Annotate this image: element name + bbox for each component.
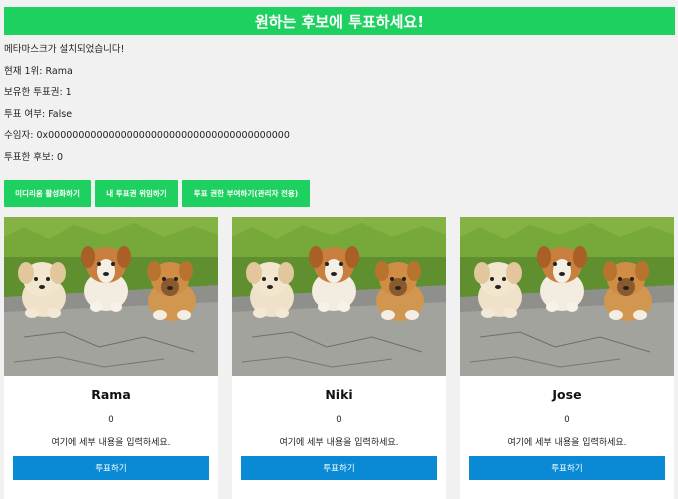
candidate-photo <box>460 217 674 376</box>
candidate-name: Rama <box>91 387 131 402</box>
voted-candidate: 투표한 후보: 0 <box>4 151 63 163</box>
voted-status: 투표 여부: False <box>4 108 73 120</box>
candidate-card: Rama 0 여기에 세부 내용을 입력하세요. 투표하기 <box>4 217 218 499</box>
candidate-detail: 여기에 세부 내용을 입력하세요. <box>279 438 399 448</box>
candidate-vote-count: 0 <box>336 415 342 425</box>
candidate-detail: 여기에 세부 내용을 입력하세요. <box>507 438 627 448</box>
delegate-address: 수임자: 0x000000000000000000000000000000000… <box>4 130 290 142</box>
candidate-vote-count: 0 <box>564 415 570 425</box>
status-panel: 메타마스크가 설치되었습니다! 현재 1위: Rama 보유한 투표권: 1 투… <box>4 43 290 173</box>
candidate-detail: 여기에 세부 내용을 입력하세요. <box>51 438 171 448</box>
grant-rights-button[interactable]: 투표 권한 부여하기(관리자 전용) <box>182 180 310 207</box>
candidate-photo <box>4 217 218 376</box>
page-title-banner: 원하는 후보에 투표하세요! <box>4 7 675 35</box>
candidate-name: Jose <box>552 387 582 402</box>
candidate-name: Niki <box>325 387 353 402</box>
vote-button[interactable]: 투표하기 <box>241 456 437 480</box>
vote-button[interactable]: 투표하기 <box>469 456 665 480</box>
current-leader: 현재 1위: Rama <box>4 65 73 77</box>
delegate-button[interactable]: 내 투표권 위임하기 <box>95 180 178 207</box>
candidate-photo <box>232 217 446 376</box>
metamask-status: 메타마스크가 설치되었습니다! <box>4 44 125 55</box>
token-balance: 보유한 투표권: 1 <box>4 87 72 99</box>
activate-button[interactable]: 미디리움 활성화하기 <box>4 180 91 207</box>
page-title: 원하는 후보에 투표하세요! <box>254 12 425 31</box>
candidate-card: Niki 0 여기에 세부 내용을 입력하세요. 투표하기 <box>232 217 446 499</box>
candidate-list: Rama 0 여기에 세부 내용을 입력하세요. 투표하기 Niki 0 여기에… <box>4 217 674 499</box>
action-buttons: 미디리움 활성화하기 내 투표권 위임하기 투표 권한 부여하기(관리자 전용) <box>4 180 310 207</box>
candidate-card: Jose 0 여기에 세부 내용을 입력하세요. 투표하기 <box>460 217 674 499</box>
candidate-vote-count: 0 <box>108 415 114 425</box>
vote-button[interactable]: 투표하기 <box>13 456 209 480</box>
